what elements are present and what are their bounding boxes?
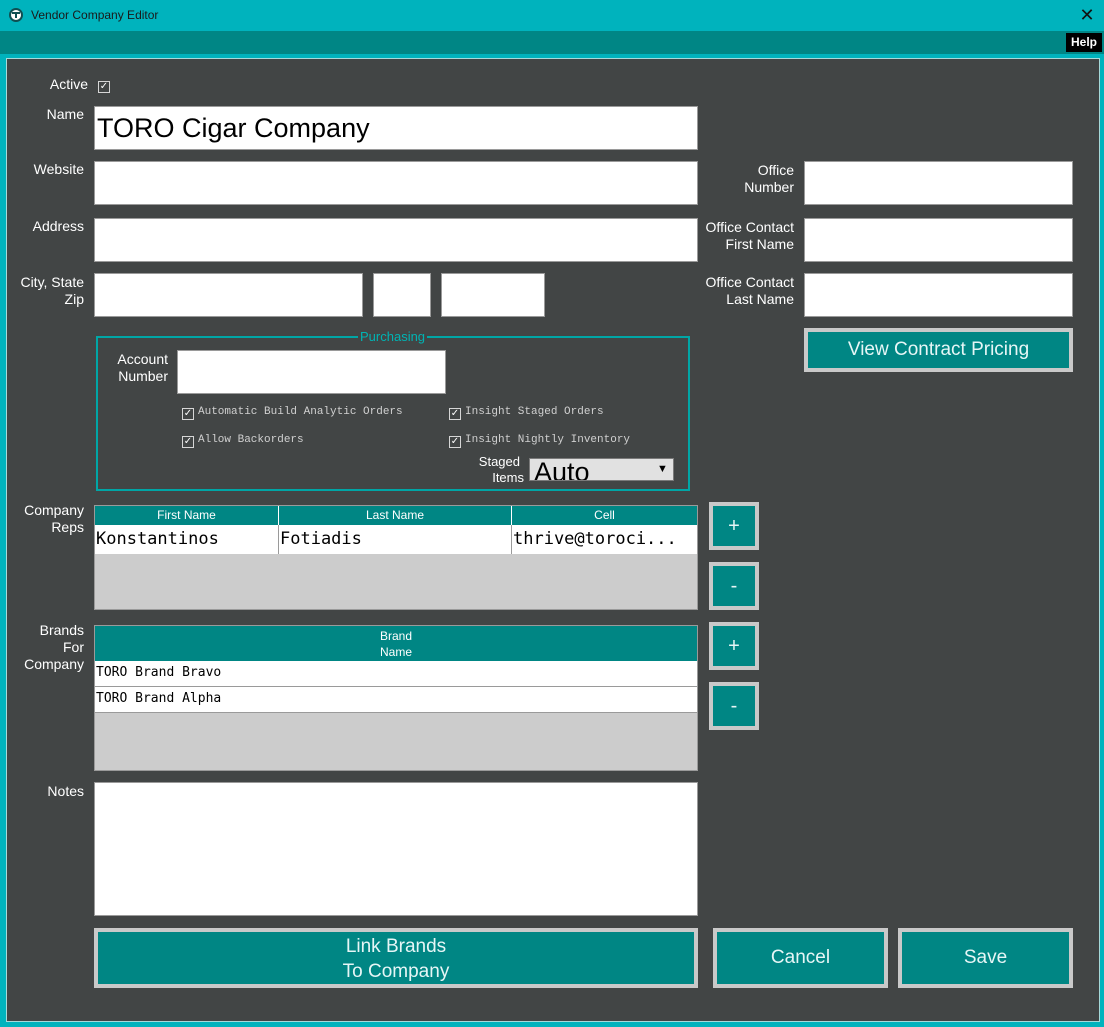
auto-build-checkbox[interactable]: ✓ [182,408,194,420]
staged-items-label-line2: Items [492,470,524,484]
cancel-button[interactable]: Cancel [713,928,888,988]
account-number-label-line2: Number [118,368,168,384]
add-rep-button[interactable]: + [709,502,759,550]
active-checkbox[interactable]: ✓ [98,81,110,93]
help-button[interactable]: Help [1066,33,1102,52]
close-icon[interactable]: ✕ [1074,3,1100,27]
staged-items-dropdown[interactable]: Auto ▼ [529,458,674,481]
website-field[interactable] [94,161,698,205]
notes-textarea[interactable] [95,783,697,915]
reps-cell-last-name[interactable]: Fotiadis [279,525,512,554]
state-field[interactable] [373,273,431,317]
brands-col-brand-name[interactable]: Brand Name [95,626,697,661]
reps-col-first-name[interactable]: First Name [95,506,279,525]
reps-col-cell[interactable]: Cell [512,506,697,525]
office-contact-first-input[interactable] [805,219,1072,261]
account-number-input[interactable] [178,351,445,393]
reps-cell-cell[interactable]: thrive@toroci... [512,525,697,554]
city-input[interactable] [95,274,362,316]
staged-items-label-line1: Staged [478,454,520,469]
brands-label-line3: Company [24,656,84,672]
brands-col-line1: Brand [379,629,413,643]
account-number-field[interactable] [177,350,446,394]
insight-nightly-label[interactable]: Insight Nightly Inventory [465,434,630,446]
address-label: Address [32,218,84,234]
company-reps-label-line2: Reps [51,519,84,535]
allow-backorders-checkbox[interactable]: ✓ [182,436,194,448]
link-brands-label-line2: To Company [342,961,450,982]
notes-label: Notes [47,783,84,799]
brands-label-line1: Brands [39,622,84,638]
app-logo-icon [9,8,23,22]
name-field[interactable] [94,106,698,150]
zip-field[interactable] [441,273,545,317]
add-brand-button[interactable]: + [709,622,759,670]
link-brands-label-line1: Link Brands [345,936,447,957]
office-contact-last-input[interactable] [805,274,1072,316]
state-input[interactable] [374,274,430,316]
staged-items-label-clip: Items [460,470,524,484]
zip-input[interactable] [442,274,544,316]
office-number-field[interactable] [804,161,1073,205]
title-bar [0,0,1104,31]
brand-row[interactable]: TORO Brand Bravo [95,661,697,687]
checkmark-icon: ✓ [450,408,460,419]
save-button[interactable]: Save [898,928,1073,988]
remove-brand-button[interactable]: - [709,682,759,730]
reps-cell-first-name[interactable]: Konstantinos [95,525,279,554]
website-label: Website [33,161,84,177]
checkmark-icon: ✓ [450,436,460,447]
account-number-label-line1: Account [117,351,168,367]
menu-strip [0,31,1104,54]
name-input[interactable] [95,107,697,149]
insight-nightly-checkbox[interactable]: ✓ [449,436,461,448]
notes-field[interactable] [94,782,698,916]
office-number-input[interactable] [805,162,1072,204]
view-contract-pricing-button[interactable]: View Contract Pricing [804,328,1073,372]
office-contact-last-label-line2: Last Name [726,291,794,307]
office-number-label-line1: Office [757,162,794,178]
office-contact-first-label-line2: First Name [725,236,794,252]
checkmark-icon: ✓ [183,436,193,447]
company-reps-label-line1: Company [24,502,84,518]
checkmark-icon: ✓ [99,81,109,92]
window-title: Vendor Company Editor [31,8,159,22]
name-label: Name [46,106,84,122]
staged-items-value: Auto [534,458,590,481]
office-contact-last-field[interactable] [804,273,1073,317]
city-field[interactable] [94,273,363,317]
link-brands-button[interactable]: Link Brands To Company [94,928,698,988]
auto-build-label[interactable]: Automatic Build Analytic Orders [198,406,403,418]
allow-backorders-label[interactable]: Allow Backorders [198,434,304,446]
insight-staged-label[interactable]: Insight Staged Orders [465,406,604,418]
zip-label: Zip [64,291,84,307]
reps-col-last-name[interactable]: Last Name [279,506,512,525]
purchasing-title: Purchasing [358,329,428,344]
active-label: Active [49,76,88,92]
checkmark-icon: ✓ [183,408,193,419]
office-contact-first-field[interactable] [804,218,1073,262]
insight-staged-checkbox[interactable]: ✓ [449,408,461,420]
brands-col-line2: Name [379,645,412,659]
brand-row[interactable]: TORO Brand Alpha [95,687,697,713]
address-field[interactable] [94,218,698,262]
brands-label-line2: For [63,639,84,655]
remove-rep-button[interactable]: - [709,562,759,610]
office-number-label-line2: Number [744,179,794,195]
office-contact-last-label-line1: Office Contact [705,274,794,290]
website-input[interactable] [95,162,697,204]
dropdown-arrow-icon: ▼ [657,463,668,475]
city-state-label: City, State [20,274,84,290]
office-contact-first-label-line1: Office Contact [705,219,794,235]
address-input[interactable] [95,219,697,261]
